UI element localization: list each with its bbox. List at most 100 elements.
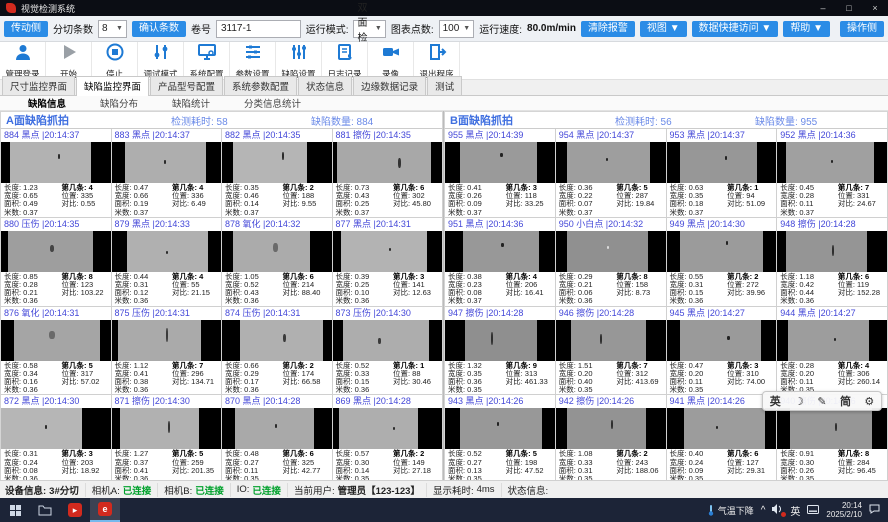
clear-alarm-button[interactable]: 清除报警 — [581, 21, 635, 37]
defect-cell[interactable]: 942 擦伤 |20:14:26长度: 1.08宽度: 0.33面积: 0.31… — [556, 395, 667, 484]
taskbar-active-app-icon[interactable]: e — [90, 498, 120, 522]
defect-thumbnail[interactable] — [112, 408, 222, 449]
toolbar-button-monitor[interactable]: 系统配置 — [184, 42, 230, 79]
defect-cell[interactable]: 882 黑点 |20:14:35长度: 0.35宽度: 0.46面积: 0.14… — [222, 129, 333, 218]
defect-cell[interactable]: 948 擦伤 |20:14:28长度: 1.18宽度: 0.42面积: 0.44… — [777, 218, 888, 307]
toolbar-button-debug-sliders[interactable]: 调试模式 — [138, 42, 184, 79]
defect-cell[interactable]: 871 擦伤 |20:14:30长度: 1.27宽度: 0.37面积: 0.41… — [112, 395, 223, 484]
defect-thumbnail[interactable] — [445, 142, 555, 183]
ime-lang-toggle[interactable]: 英 — [770, 393, 781, 409]
minimize-button[interactable]: – — [810, 0, 836, 16]
defect-cell[interactable]: 877 黑点 |20:14:31长度: 0.39宽度: 0.25面积: 0.10… — [333, 218, 444, 307]
gear-icon[interactable]: ⚙ — [864, 395, 874, 408]
defect-thumbnail[interactable] — [1, 408, 111, 449]
subtab-item[interactable]: 分类信息统计 — [228, 95, 317, 111]
defect-cell[interactable]: 873 压伤 |20:14:30长度: 0.52宽度: 0.33面积: 0.15… — [333, 307, 444, 396]
defect-thumbnail[interactable] — [222, 408, 332, 449]
defect-thumbnail[interactable] — [1, 320, 111, 361]
subtab-item[interactable]: 缺陷信息 — [12, 95, 82, 111]
action-center-icon[interactable] — [869, 504, 880, 516]
defect-thumbnail[interactable] — [445, 231, 555, 272]
defect-cell[interactable]: 875 压伤 |20:14:31长度: 1.12宽度: 0.41面积: 0.38… — [112, 307, 223, 396]
toolbar-button-vsliders[interactable]: 缺陷设置 — [276, 42, 322, 79]
defect-thumbnail[interactable] — [667, 142, 777, 183]
tab-item[interactable]: 产品型号配置 — [150, 76, 223, 95]
defect-cell[interactable]: 949 黑点 |20:14:30长度: 0.55宽度: 0.31面积: 0.15… — [667, 218, 778, 307]
speaker-icon[interactable] — [772, 504, 783, 516]
defect-thumbnail[interactable] — [333, 408, 443, 449]
defect-thumbnail[interactable] — [112, 142, 222, 183]
toolbar-button-stop[interactable]: 停止 — [92, 42, 138, 79]
defect-thumbnail[interactable] — [445, 408, 555, 449]
weather-widget[interactable]: 气温下降 — [707, 504, 754, 517]
defect-cell[interactable]: 946 擦伤 |20:14:28长度: 1.51宽度: 0.20面积: 0.40… — [556, 307, 667, 396]
transmission-side-button[interactable]: 传动侧 — [4, 21, 48, 37]
toolbar-button-hsliders[interactable]: 参数设置 — [230, 42, 276, 79]
defect-thumbnail[interactable] — [333, 231, 443, 272]
defect-thumbnail[interactable] — [777, 231, 887, 272]
defect-thumbnail[interactable] — [222, 142, 332, 183]
defect-cell[interactable]: 869 黑点 |20:14:28长度: 0.57宽度: 0.30面积: 0.14… — [333, 395, 444, 484]
subtab-item[interactable]: 缺陷统计 — [156, 95, 226, 111]
defect-thumbnail[interactable] — [1, 231, 111, 272]
defect-cell[interactable]: 878 氧化 |20:14:32长度: 1.05宽度: 0.52面积: 0.43… — [222, 218, 333, 307]
defect-thumbnail[interactable] — [445, 320, 555, 361]
defect-thumbnail[interactable] — [667, 320, 777, 361]
defect-cell[interactable]: 870 黑点 |20:14:28长度: 0.48宽度: 0.27面积: 0.11… — [222, 395, 333, 484]
taskbar-app-icon[interactable]: ▸ — [60, 498, 90, 522]
tab-item[interactable]: 缺陷监控界面 — [76, 76, 149, 96]
defect-thumbnail[interactable] — [1, 142, 111, 183]
start-button[interactable] — [0, 498, 30, 522]
defect-cell[interactable]: 953 黑点 |20:14:37长度: 0.63宽度: 0.35面积: 0.18… — [667, 129, 778, 218]
maximize-button[interactable]: □ — [836, 0, 862, 16]
tab-item[interactable]: 系统参数配置 — [224, 76, 297, 95]
taskbar-clock[interactable]: 20:142025/2/10 — [826, 501, 862, 519]
defect-thumbnail[interactable] — [777, 408, 887, 449]
defect-cell[interactable]: 876 氧化 |20:14:31长度: 0.58宽度: 0.34面积: 0.16… — [1, 307, 112, 396]
defect-cell[interactable]: 950 小白点 |20:14:32长度: 0.29宽度: 0.21面积: 0.0… — [556, 218, 667, 307]
defect-thumbnail[interactable] — [112, 320, 222, 361]
slit-count-select[interactable]: 8▼ — [98, 20, 127, 38]
defect-cell[interactable]: 951 黑点 |20:14:36长度: 0.38宽度: 0.23面积: 0.08… — [445, 218, 556, 307]
subtab-item[interactable]: 缺陷分布 — [84, 95, 154, 111]
tab-item[interactable]: 状态信息 — [298, 76, 352, 95]
defect-thumbnail[interactable] — [222, 320, 332, 361]
defect-cell[interactable]: 955 黑点 |20:14:39长度: 0.41宽度: 0.26面积: 0.09… — [445, 129, 556, 218]
tab-item[interactable]: 测试 — [427, 76, 462, 95]
toolbar-button-user[interactable]: 管理登录 — [0, 42, 46, 79]
close-button[interactable]: × — [862, 0, 888, 16]
toolbar-button-play[interactable]: 开始 — [46, 42, 92, 79]
moon-icon[interactable]: ☽ — [794, 395, 804, 408]
tab-item[interactable]: 尺寸监控界面 — [2, 76, 75, 95]
chart-points-select[interactable]: 100▼ — [439, 20, 475, 38]
defect-thumbnail[interactable] — [556, 142, 666, 183]
defect-thumbnail[interactable] — [556, 231, 666, 272]
defect-cell[interactable]: 941 黑点 |20:14:26长度: 0.40宽度: 0.24面积: 0.09… — [667, 395, 778, 484]
file-explorer-icon[interactable] — [30, 498, 60, 522]
defect-thumbnail[interactable] — [333, 320, 443, 361]
ime-keyboard-icon[interactable] — [807, 505, 819, 516]
hidden-icons-chevron[interactable]: ^ — [761, 505, 766, 516]
defect-cell[interactable]: 947 擦伤 |20:14:28长度: 1.32宽度: 0.35面积: 0.36… — [445, 307, 556, 396]
quick-access-menu-button[interactable]: 数据快捷访问 ▼ — [692, 21, 779, 37]
toolbar-button-camera[interactable]: 录像 — [368, 42, 414, 79]
defect-thumbnail[interactable] — [333, 142, 443, 183]
defect-thumbnail[interactable] — [222, 231, 332, 272]
defect-cell[interactable]: 945 黑点 |20:14:27长度: 0.47宽度: 0.20面积: 0.11… — [667, 307, 778, 396]
run-mode-select[interactable]: 双面检测▼ — [353, 20, 385, 38]
confirm-count-button[interactable]: 确认条数 — [132, 21, 186, 37]
defect-cell[interactable]: 954 黑点 |20:14:37长度: 0.36宽度: 0.22面积: 0.07… — [556, 129, 667, 218]
defect-cell[interactable]: 881 擦伤 |20:14:35长度: 0.73宽度: 0.43面积: 0.25… — [333, 129, 444, 218]
roll-number-input[interactable]: 3117-1 — [216, 20, 301, 38]
defect-thumbnail[interactable] — [777, 320, 887, 361]
help-menu-button[interactable]: 帮助 ▼ — [783, 21, 830, 37]
defect-thumbnail[interactable] — [556, 408, 666, 449]
defect-thumbnail[interactable] — [667, 231, 777, 272]
toolbar-button-exit[interactable]: 退出程序 — [414, 42, 460, 79]
defect-thumbnail[interactable] — [556, 320, 666, 361]
defect-cell[interactable]: 952 黑点 |20:14:36长度: 0.45宽度: 0.28面积: 0.11… — [777, 129, 888, 218]
operation-side-button[interactable]: 操作侧 — [840, 21, 884, 37]
defect-cell[interactable]: 872 黑点 |20:14:30长度: 0.31宽度: 0.24面积: 0.08… — [1, 395, 112, 484]
defect-cell[interactable]: 880 压伤 |20:14:35长度: 0.85宽度: 0.28面积: 0.21… — [1, 218, 112, 307]
ime-simplified-toggle[interactable]: 简 — [840, 393, 851, 409]
